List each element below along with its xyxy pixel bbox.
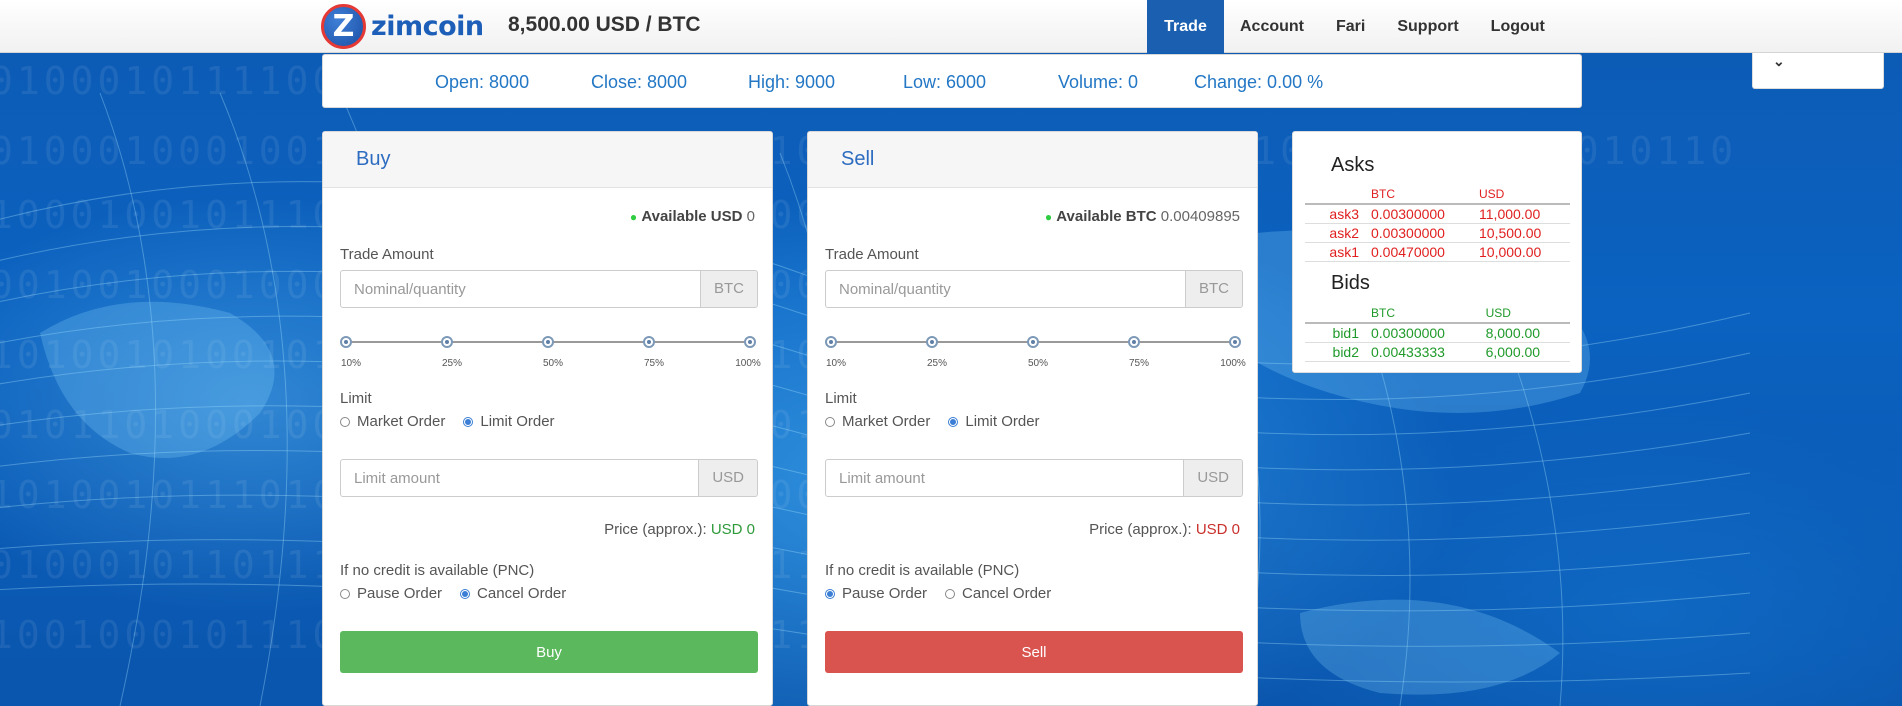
top-navbar: Z zimcoin 8,500.00 USD / BTC Trade Accou… <box>0 0 1902 53</box>
limit-label: Limit <box>825 390 857 407</box>
buy-limit-input[interactable] <box>340 459 700 497</box>
table-row[interactable]: ask2 0.00300000 10,500.00 <box>1305 223 1570 243</box>
stat-high: High: 9000 <box>748 72 836 92</box>
slider-knob-25[interactable] <box>926 336 938 348</box>
order-book: Asks BTC USD ask3 0.00300000 11,000.00 ask… <box>1292 131 1582 373</box>
buy-limit-group: USD <box>340 459 758 497</box>
buy-order-type: Market Order Limit Order <box>340 413 573 430</box>
pnc-label: If no credit is available (PNC) <box>340 562 535 579</box>
stat-volume: Volume: 0 <box>1058 72 1139 92</box>
buy-percent-slider[interactable]: 10% 25% 50% 75% 100% <box>340 336 761 376</box>
asks-title: Asks <box>1331 154 1375 176</box>
slider-knob-100[interactable] <box>1229 336 1241 348</box>
pnc-label: If no credit is available (PNC) <box>825 562 1020 579</box>
tick-label: 10% <box>825 358 847 369</box>
tick-label: 25% <box>926 358 948 369</box>
table-row[interactable]: ask3 0.00300000 11,000.00 <box>1305 204 1570 224</box>
chevron-down-icon: ⌄ <box>1773 53 1785 69</box>
sell-limit-group: USD <box>825 459 1243 497</box>
tick-label: 50% <box>542 358 564 369</box>
nav-account[interactable]: Account <box>1224 0 1320 53</box>
sell-limit-input[interactable] <box>825 459 1185 497</box>
column-header: BTC <box>1371 187 1480 205</box>
slider-knob-50[interactable] <box>1027 336 1039 348</box>
nav-logout[interactable]: Logout <box>1475 0 1561 53</box>
buy-panel-title: Buy <box>323 132 772 188</box>
cancel-order-radio[interactable]: Cancel Order <box>460 585 566 602</box>
sell-percent-slider[interactable]: 10% 25% 50% 75% 100% <box>825 336 1246 376</box>
status-dot-icon: ● <box>1044 210 1053 224</box>
stat-change: Change: 0.00 % <box>1194 72 1324 92</box>
nav-fari[interactable]: Fari <box>1320 0 1381 53</box>
buy-amount-unit: BTC <box>701 270 758 308</box>
market-stats-bar: Open: 8000 Close: 8000 High: 9000 Low: 6… <box>322 54 1582 108</box>
limit-label: Limit <box>340 390 372 407</box>
tick-label: 25% <box>441 358 463 369</box>
logo[interactable]: Z zimcoin <box>321 3 484 49</box>
logo-z-icon: Z <box>321 3 366 49</box>
pause-order-radio[interactable]: Pause Order <box>340 585 442 602</box>
brand-name: zimcoin <box>371 10 484 42</box>
slider-knob-50[interactable] <box>542 336 554 348</box>
stat-close: Close: 8000 <box>591 72 688 92</box>
tick-label: 100% <box>1220 358 1246 369</box>
nav-trade[interactable]: Trade <box>1147 0 1224 53</box>
table-row[interactable]: bid1 0.00300000 8,000.00 <box>1305 323 1570 343</box>
column-header: USD <box>1479 187 1570 205</box>
stat-low: Low: 6000 <box>903 72 987 92</box>
nav-support[interactable]: Support <box>1381 0 1474 53</box>
tick-label: 50% <box>1027 358 1049 369</box>
bids-table: BTC USD bid1 0.00300000 8,000.00 bid2 0.004… <box>1305 306 1570 362</box>
sell-pnc-options: Pause Order Cancel Order <box>825 585 1069 602</box>
slider-knob-75[interactable] <box>643 336 655 348</box>
pause-order-radio[interactable]: Pause Order <box>825 585 927 602</box>
sell-amount-input[interactable] <box>825 270 1186 308</box>
collapse-toggle[interactable]: ⌄ <box>1752 53 1884 89</box>
sell-panel-title: Sell <box>808 132 1257 188</box>
buy-price-approx: Price (approx.): USD 0 <box>604 521 755 538</box>
table-row[interactable]: bid2 0.00433333 6,000.00 <box>1305 342 1570 362</box>
sell-limit-unit: USD <box>1184 459 1243 497</box>
buy-panel: Buy ● Available USD 0 Trade Amount BTC 1… <box>322 131 773 706</box>
slider-knob-100[interactable] <box>744 336 756 348</box>
market-order-radio[interactable]: Market Order <box>825 413 930 430</box>
table-row[interactable]: ask1 0.00470000 10,000.00 <box>1305 242 1570 262</box>
sell-order-type: Market Order Limit Order <box>825 413 1058 430</box>
sell-amount-group: BTC <box>825 270 1243 308</box>
column-header: USD <box>1485 306 1570 324</box>
tick-label: 75% <box>643 358 665 369</box>
stat-open: Open: 8000 <box>435 72 530 92</box>
buy-pnc-options: Pause Order Cancel Order <box>340 585 584 602</box>
available-usd: ● Available USD 0 <box>629 208 755 225</box>
tick-label: 100% <box>735 358 761 369</box>
current-price: 8,500.00 USD / BTC <box>508 13 701 36</box>
market-order-radio[interactable]: Market Order <box>340 413 445 430</box>
sell-button[interactable]: Sell <box>825 631 1243 673</box>
sell-panel: Sell ● Available BTC 0.00409895 Trade Am… <box>807 131 1258 706</box>
bids-title: Bids <box>1331 272 1370 294</box>
buy-amount-group: BTC <box>340 270 758 308</box>
asks-table: BTC USD ask3 0.00300000 11,000.00 ask2 0.00… <box>1305 187 1570 262</box>
buy-button[interactable]: Buy <box>340 631 758 673</box>
trade-amount-label: Trade Amount <box>340 246 434 263</box>
tick-label: 75% <box>1128 358 1150 369</box>
available-btc: ● Available BTC 0.00409895 <box>1044 208 1240 225</box>
trade-amount-label: Trade Amount <box>825 246 919 263</box>
limit-order-radio[interactable]: Limit Order <box>463 413 555 430</box>
sell-amount-unit: BTC <box>1186 270 1243 308</box>
slider-knob-10[interactable] <box>825 336 837 348</box>
tick-label: 10% <box>340 358 362 369</box>
buy-amount-input[interactable] <box>340 270 701 308</box>
slider-knob-10[interactable] <box>340 336 352 348</box>
sell-price-approx: Price (approx.): USD 0 <box>1089 521 1240 538</box>
column-header: BTC <box>1371 306 1486 324</box>
main-nav: Trade Account Fari Support Logout <box>1147 0 1561 53</box>
limit-order-radio[interactable]: Limit Order <box>948 413 1040 430</box>
status-dot-icon: ● <box>629 210 638 224</box>
buy-limit-unit: USD <box>699 459 758 497</box>
slider-knob-75[interactable] <box>1128 336 1140 348</box>
slider-knob-25[interactable] <box>441 336 453 348</box>
cancel-order-radio[interactable]: Cancel Order <box>945 585 1051 602</box>
